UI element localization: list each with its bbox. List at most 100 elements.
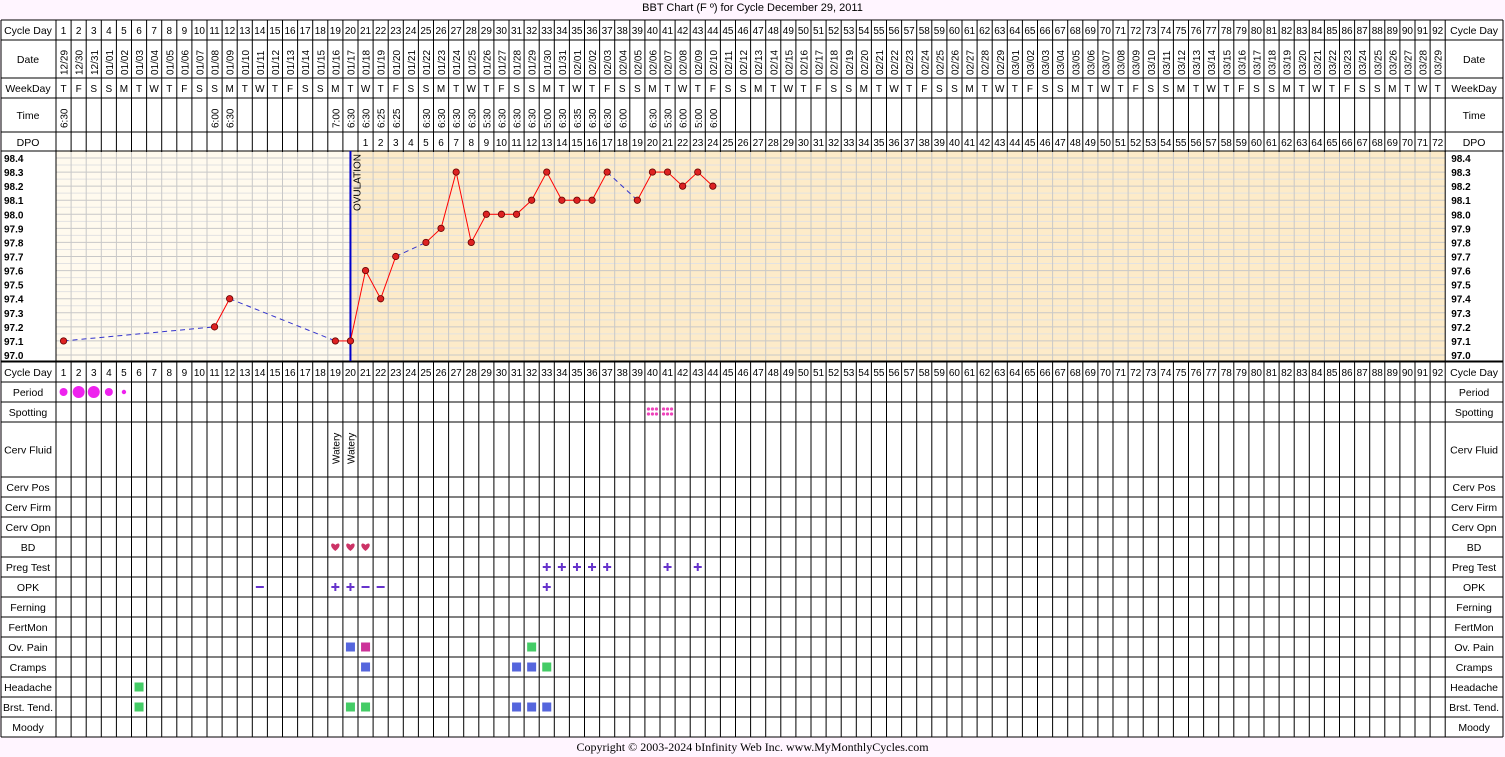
date-label: 01/24 [452, 50, 463, 75]
temp-point [361, 266, 370, 275]
row-label-right: DPO [1463, 137, 1486, 149]
date-label: 01/13 [286, 50, 297, 75]
dpo-label: 61 [1266, 138, 1278, 149]
dpo-label: 63 [1296, 138, 1308, 149]
row-label-left: FertMon [8, 622, 47, 634]
row-label-left: Ov. Pain [8, 642, 48, 654]
cycle-day-label: 16 [284, 26, 296, 37]
weekday-label: T [664, 84, 670, 95]
weekday-label: M [1177, 84, 1185, 95]
cycle-day-label: 21 [360, 368, 372, 379]
date-label: 01/09 [226, 50, 237, 75]
cycle-day-label: 26 [435, 368, 447, 379]
weekday-label: W [1312, 84, 1322, 95]
temp-point [694, 168, 702, 176]
row-label-left: Period [13, 387, 44, 399]
weekday-label: T [1435, 84, 1441, 95]
row-label-left: Cycle Day [4, 25, 53, 37]
dpo-label: 55 [1175, 138, 1187, 149]
weekday-label: T [982, 84, 988, 95]
temp-point [588, 196, 596, 204]
cycle-day-label: 44 [707, 368, 719, 379]
weekday-label: M [120, 84, 128, 95]
weekday-label: F [921, 84, 927, 95]
dpo-label: 68 [1372, 138, 1384, 149]
dpo-label: 37 [904, 138, 916, 149]
cycle-day-label: 14 [254, 26, 266, 37]
cycle-day-label: 25 [420, 26, 432, 37]
temp-point [437, 224, 445, 232]
cycle-day-label: 5 [121, 26, 127, 37]
cycle-day-label: 13 [239, 368, 251, 379]
date-label: 01/27 [497, 50, 508, 75]
date-label: 03/23 [1343, 50, 1354, 75]
cycle-day-label: 90 [1402, 26, 1414, 37]
y-tick-label-right: 97.5 [1451, 281, 1471, 292]
dpo-label: 58 [1221, 138, 1233, 149]
cycle-day-label: 18 [315, 26, 327, 37]
spotting-dot [650, 407, 655, 411]
cycle-day-label: 77 [1206, 26, 1218, 37]
row-bg-fertmon [1, 617, 1503, 637]
temp-point [573, 196, 581, 204]
cycle-day-label: 81 [1266, 368, 1278, 379]
cycle-day-label: 38 [617, 368, 629, 379]
dpo-label: 65 [1326, 138, 1338, 149]
cycle-day-label: 40 [647, 368, 659, 379]
cycle-day-label: 27 [451, 26, 463, 37]
date-label: 03/15 [1222, 50, 1233, 75]
row-label-right: Spotting [1455, 407, 1494, 419]
weekday-label: T [242, 84, 248, 95]
cycle-day-label: 60 [949, 26, 961, 37]
date-label: 01/05 [165, 50, 176, 75]
dpo-label: 13 [541, 138, 553, 149]
cycle-day-label: 25 [420, 368, 432, 379]
date-label: 03/22 [1328, 50, 1339, 75]
weekday-label: W [255, 84, 265, 95]
y-tick-label-left: 98.2 [4, 182, 24, 193]
dpo-label: 14 [556, 138, 568, 149]
date-label: 01/23 [437, 50, 448, 75]
dpo-label: 32 [828, 138, 840, 149]
date-label: 01/01 [105, 50, 116, 75]
date-label: 02/22 [890, 50, 901, 75]
cycle-day-label: 53 [843, 26, 855, 37]
cramps-square [512, 662, 522, 672]
weekday-label: T [60, 84, 66, 95]
cycle-day-label: 46 [737, 26, 749, 37]
row-bg-opk [1, 577, 1503, 597]
row-bg-bd [1, 537, 1503, 557]
dpo-label: 29 [783, 138, 795, 149]
cycle-day-label: 3 [91, 368, 97, 379]
weekday-label: W [1206, 84, 1216, 95]
date-label: 02/13 [754, 50, 765, 75]
temp-point [452, 168, 460, 176]
date-label: 02/01 [573, 50, 584, 75]
cycle-day-label: 74 [1160, 368, 1172, 379]
date-label: 02/05 [633, 50, 644, 75]
time-label: 7:00 [331, 108, 342, 128]
cycle-day-label: 40 [647, 26, 659, 37]
cycle-day-label: 89 [1387, 368, 1399, 379]
cycle-day-label: 27 [451, 368, 463, 379]
cycle-day-label: 49 [783, 368, 795, 379]
date-label: 12/29 [60, 50, 71, 75]
cycle-day-label: 11 [209, 26, 220, 37]
temp-point [210, 323, 219, 331]
row-label-left: Cerv Opn [6, 522, 51, 534]
headache-square [134, 682, 144, 692]
date-label: 02/08 [679, 50, 690, 75]
date-label: 02/21 [875, 50, 886, 75]
brst-tend-square [527, 702, 537, 712]
cycle-day-label: 72 [1130, 26, 1142, 37]
cramps-square [361, 662, 371, 672]
date-label: 01/14 [301, 50, 312, 75]
cycle-day-label: 28 [466, 368, 478, 379]
weekday-label: S [528, 84, 535, 95]
weekday-label: S [423, 84, 430, 95]
temp-point [467, 238, 475, 247]
row-label-left: Cerv Pos [6, 482, 49, 494]
cycle-day-label: 5 [121, 368, 127, 379]
row-label-right: FertMon [1455, 622, 1494, 634]
date-label: 02/23 [905, 50, 916, 75]
